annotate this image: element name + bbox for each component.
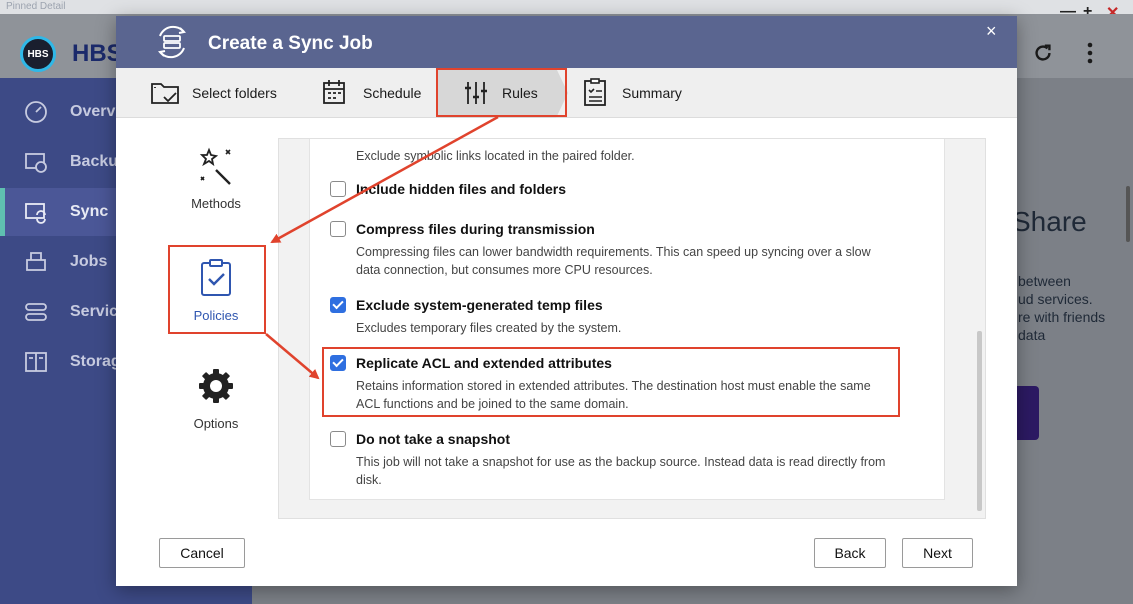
nav-label: Storag — [70, 353, 121, 370]
background-scrollbar[interactable] — [1126, 186, 1130, 242]
option-description: data connection, but consumes more CPU r… — [356, 263, 653, 277]
sync-icon — [25, 203, 46, 224]
dialog-header: Create a Sync Job × — [116, 16, 1017, 68]
temp-files-checkbox[interactable] — [330, 297, 346, 313]
gauge-icon — [25, 101, 47, 123]
sync-job-icon — [157, 25, 187, 59]
snapshot-checkbox[interactable] — [330, 431, 346, 447]
hidden-files-checkbox[interactable] — [330, 181, 346, 197]
option-label: Exclude system-generated temp files — [356, 297, 603, 313]
nav-label: Backu — [70, 153, 119, 170]
tab-options[interactable]: Options — [168, 366, 264, 431]
hidden-files-option: Include hidden files and folders — [330, 181, 930, 197]
policies-scrollbar[interactable] — [977, 331, 982, 511]
nav-label: Jobs — [70, 253, 108, 270]
acl-highlight-box — [322, 347, 900, 417]
step-label: Summary — [622, 85, 682, 101]
app-logo: HBS — [20, 36, 56, 72]
option-description: This job will not take a snapshot for us… — [356, 455, 886, 469]
option-description: Excludes temporary files created by the … — [356, 321, 622, 335]
policies-highlight-box — [168, 245, 266, 334]
nav-label: Overvi — [70, 103, 120, 120]
background-text-line: ud services. — [1018, 291, 1093, 307]
jobs-icon — [26, 252, 46, 271]
policies-panel: Exclude symbolic links located in the pa… — [278, 138, 986, 519]
nav-label: Servic — [70, 303, 119, 320]
option-label: Compress files during transmission — [356, 221, 595, 237]
cancel-button[interactable]: Cancel — [159, 538, 245, 568]
snapshot-option: Do not take a snapshot This job will not… — [330, 431, 930, 489]
tab-label: Options — [193, 416, 239, 431]
rules-highlight-box — [436, 68, 567, 117]
option-description: Exclude symbolic links located in the pa… — [356, 149, 635, 163]
magic-wand-icon — [199, 147, 231, 185]
step-summary[interactable]: Summary — [580, 68, 682, 118]
back-button[interactable]: Back — [814, 538, 886, 568]
clipboard-list-icon — [584, 78, 606, 106]
dialog-title: Create a Sync Job — [208, 33, 373, 54]
nav-label: Sync — [70, 203, 109, 220]
next-button[interactable]: Next — [902, 538, 973, 568]
background-text-line: data — [1018, 327, 1046, 343]
step-label: Schedule — [363, 85, 422, 101]
compress-checkbox[interactable] — [330, 221, 346, 237]
option-label: Do not take a snapshot — [356, 431, 511, 447]
more-menu-icon[interactable] — [1086, 42, 1094, 70]
temp-files-option: Exclude system-generated temp files Excl… — [330, 297, 930, 337]
option-description: Compressing files can lower bandwidth re… — [356, 245, 871, 259]
tab-methods[interactable]: Methods — [168, 146, 264, 211]
storage-icon — [25, 352, 47, 372]
gear-icon — [199, 369, 233, 403]
background-heading: Share — [1012, 206, 1087, 237]
compress-option: Compress files during transmission Compr… — [330, 221, 930, 279]
close-icon[interactable]: × — [986, 21, 997, 42]
symlinks-option: Exclude symbolic links located in the pa… — [330, 147, 930, 165]
background-text-line: re with friends — [1018, 309, 1106, 325]
background-title-text: Pinned Detail — [6, 1, 66, 12]
option-label: Include hidden files and folders — [356, 181, 567, 197]
background-title-bar: Pinned Detail — [0, 0, 1133, 14]
step-select-folders[interactable]: Select folders — [150, 68, 277, 118]
refresh-icon[interactable] — [1032, 42, 1054, 70]
folder-check-icon — [151, 83, 179, 104]
services-icon — [25, 303, 47, 321]
background-action-button[interactable] — [1015, 386, 1039, 440]
background-text-line: between — [1018, 273, 1071, 289]
backup-icon — [25, 153, 47, 173]
calendar-icon — [323, 80, 345, 104]
policies-list: Exclude symbolic links located in the pa… — [309, 139, 945, 500]
tab-label: Methods — [191, 196, 241, 211]
step-label: Select folders — [192, 85, 277, 101]
step-schedule[interactable]: Schedule — [321, 68, 421, 118]
option-description: disk. — [356, 473, 382, 487]
